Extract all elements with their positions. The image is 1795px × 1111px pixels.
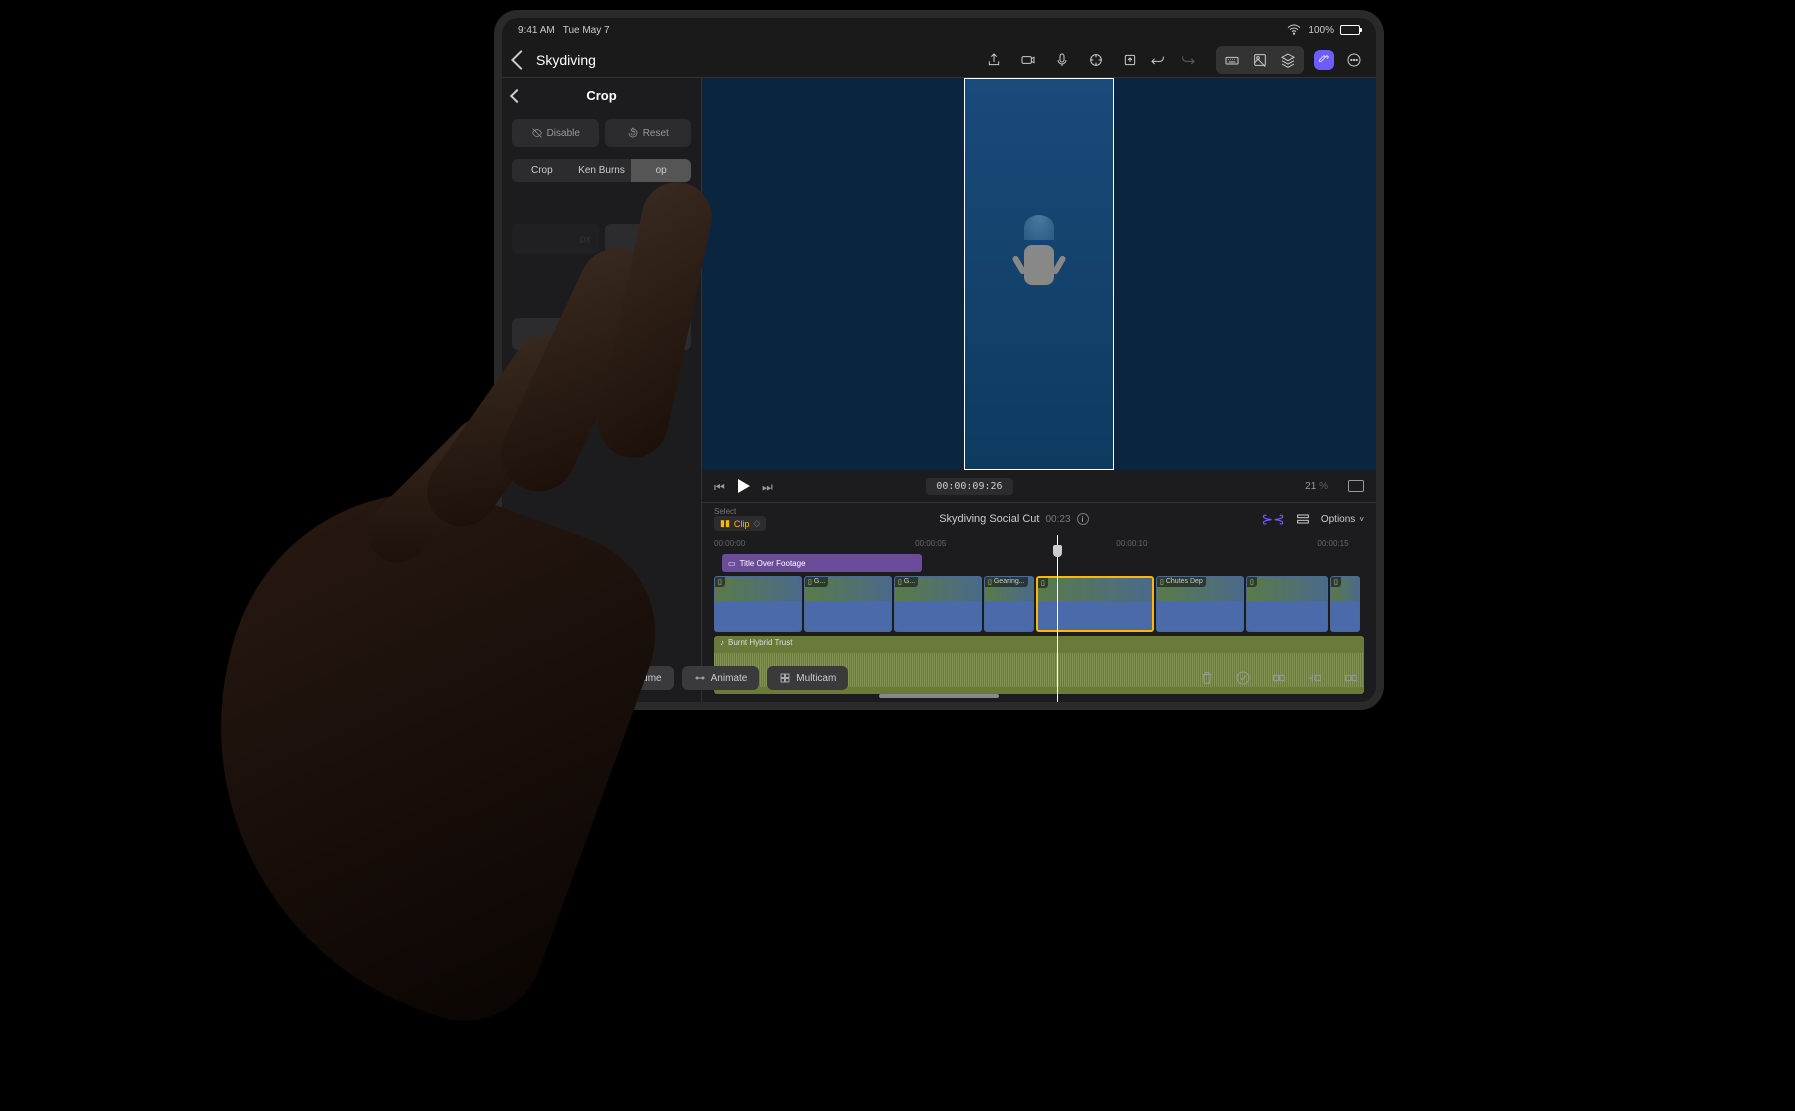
music-note-icon: ♪ [720,638,724,647]
crop-frame[interactable] [964,78,1114,470]
tab-flop[interactable]: op [631,159,691,182]
inspector-panel: Crop Disable Reset Crop Ken Burns op [502,78,702,702]
zoom-level[interactable]: 21 % [1305,481,1328,492]
clip-icon: ▯ [1334,578,1338,586]
transport-bar: ⏮ ⏭ 00:00:09:26 21 % [702,470,1376,502]
title-clip[interactable]: ▭ Title Over Footage [722,554,922,572]
top-toolbar: Skydiving [502,42,1376,78]
tab-crop[interactable]: Crop [512,159,572,182]
inspect-button[interactable]: Inspect [518,666,591,690]
battery-percent: 100% [1308,25,1334,36]
skydiver-subject [999,215,1079,295]
width-input-2[interactable]: 1502 px [605,224,692,254]
export-icon[interactable] [1120,50,1140,70]
snap-icon[interactable]: ⊱⊰ [1261,511,1284,528]
redo-icon[interactable] [1178,50,1198,70]
bottom-toolbar: Inspect Volume Animate Multicam [502,666,1376,690]
ipad-device-frame: 9:41 AM Tue May 7 100% Skydiving [494,10,1384,710]
clip-icon: ▯ [718,578,722,586]
prev-frame-button[interactable]: ⏮ [714,480,726,492]
share-icon[interactable] [984,50,1004,70]
overwrite-icon[interactable] [1342,669,1360,687]
video-clip[interactable]: ▯Chutes Dep [1156,576,1244,632]
multicam-button[interactable]: Multicam [767,666,848,690]
undo-icon[interactable] [1148,50,1168,70]
width-input[interactable]: px [512,224,599,254]
battery-icon [1340,25,1360,35]
height-input-2[interactable]: 0 px [628,266,691,296]
inspector-back-button[interactable] [510,88,524,102]
select-label: Select [714,507,766,516]
video-clip[interactable]: ▯ [1036,576,1154,632]
wifi-icon [1286,21,1302,40]
timeline-title: Skydiving Social Cut [939,513,1039,525]
project-title: Skydiving [536,52,776,68]
clip-icon: ▯ [808,578,812,586]
title-icon: ▭ [728,559,736,568]
pencil-tool-icon[interactable] [1314,50,1334,70]
timeline-header: Select ▮▮ Clip ◇ Skydiving Social Cut 00… [702,502,1376,535]
clip-icon: ▯ [1250,578,1254,586]
start-crop-button[interactable]: art [512,318,691,350]
video-clip[interactable]: ▯ [1330,576,1360,632]
trash-icon[interactable] [1198,669,1216,687]
crop-mode-tabs: Crop Ken Burns op [512,159,691,182]
fit-to-window-icon[interactable] [1348,480,1364,492]
dial-icon [1383,270,1384,286]
video-clip[interactable]: ▯Gearing... [984,576,1034,632]
camera-icon[interactable] [1018,50,1038,70]
info-icon[interactable]: i [1077,513,1089,525]
video-clip[interactable]: ▯G... [894,576,982,632]
clip-selector[interactable]: ▮▮ Clip ◇ [714,516,766,531]
more-icon[interactable] [1344,50,1364,70]
reset-button[interactable]: Reset [605,119,692,147]
animate-button[interactable]: Animate [682,666,760,690]
status-time: 9:41 AM [518,25,555,36]
keyboard-icon[interactable] [1222,50,1242,70]
jog-wheel-widget[interactable] [1376,258,1384,298]
next-frame-button[interactable]: ⏭ [762,480,774,492]
tab-kenburns[interactable]: Ken Burns [572,159,632,182]
clip-icon: ▯ [1041,579,1045,587]
video-clip[interactable]: ▯ [714,576,802,632]
home-indicator[interactable] [879,694,999,698]
video-clip[interactable]: ▯G... [804,576,892,632]
status-date: Tue May 7 [563,25,610,36]
check-circle-icon[interactable] [1234,669,1252,687]
clip-icon: ▯ [898,578,902,586]
play-button[interactable] [738,479,750,493]
volume-button[interactable]: Volume [599,666,673,690]
playhead[interactable] [1057,535,1058,702]
timeline-ruler: 00:00:00 00:00:05 00:00:10 00:00:15 [702,539,1376,548]
options-button[interactable]: Options ˅ [1321,514,1364,525]
timeline-duration: 00:23 [1045,514,1070,525]
inspector-title: Crop [586,88,616,103]
viewer-area: ⏮ ⏭ 00:00:09:26 21 % Select ▮▮ Clip ◇ [702,78,1376,702]
status-bar: 9:41 AM Tue May 7 100% [502,18,1376,42]
photo-icon[interactable] [1250,50,1270,70]
connected-clip-icon[interactable] [1270,669,1288,687]
timeline-view-icon[interactable] [1293,509,1313,529]
back-button[interactable] [511,50,531,70]
voiceover-icon[interactable] [1052,50,1072,70]
video-clip[interactable]: ▯ [1246,576,1328,632]
layers-icon[interactable] [1278,50,1298,70]
clip-icon: ▯ [1160,578,1164,586]
timecode-display[interactable]: 00:00:09:26 [926,478,1012,495]
video-preview[interactable] [702,78,1376,470]
disable-button[interactable]: Disable [512,119,599,147]
insert-icon[interactable] [1306,669,1324,687]
marker-icon[interactable] [1086,50,1106,70]
clip-icon: ▯ [988,578,992,586]
